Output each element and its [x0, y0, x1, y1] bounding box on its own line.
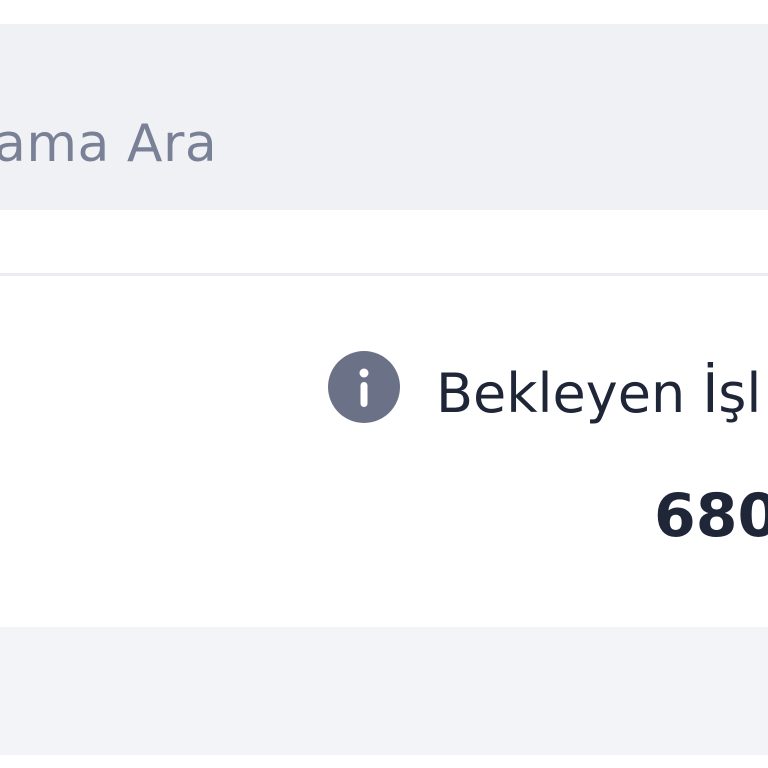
page: ama Ara Bekleyen İşl 680 — [0, 0, 768, 768]
search-placeholder: ama Ara — [0, 114, 218, 174]
search-input[interactable]: ama Ara — [0, 24, 768, 210]
bottom-panel — [0, 627, 768, 755]
pending-transactions-count: 680 — [654, 481, 768, 551]
section-divider — [0, 273, 768, 276]
info-icon[interactable] — [328, 351, 400, 423]
pending-transactions-label: Bekleyen İşl — [436, 362, 762, 425]
